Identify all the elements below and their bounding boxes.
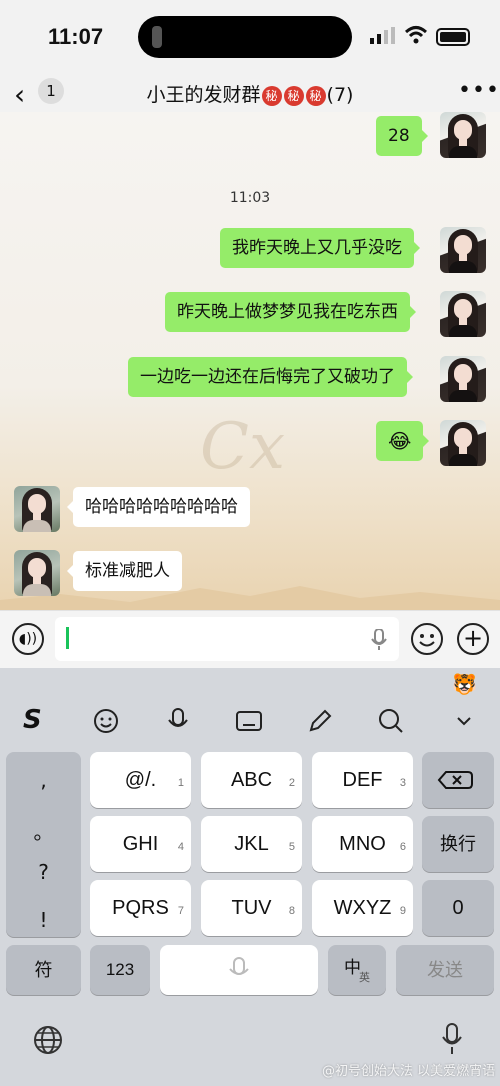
mascot-icon[interactable]: 🐯 [452,672,477,696]
text-caret [66,627,69,649]
voice-mode-icon[interactable]: ◖)) [12,623,44,655]
key-label: ABC [230,769,273,791]
message-bubble-sent[interactable]: 我昨天晚上又几乎没吃 [220,228,420,268]
backspace-key[interactable] [422,752,494,808]
message-input[interactable] [55,617,399,661]
key-label: DEF [342,769,383,791]
status-time: 11:07 [48,24,104,49]
wallpaper-mark: Cx [200,410,286,484]
search-icon[interactable] [373,706,409,736]
newline-key[interactable]: 换行 [422,816,494,872]
key-3[interactable]: DEF 3 [312,752,413,808]
key-9[interactable]: WXYZ 9 [312,880,413,936]
key-7[interactable]: PQRS 7 [90,880,191,936]
punct-key[interactable]: , [6,768,81,792]
chevron-down-icon[interactable] [446,706,482,736]
message-bubble-sent[interactable]: 昨天晚上做梦梦见我在吃东西 [165,292,416,332]
key-5[interactable]: JKL 5 [201,816,302,872]
message-bubble-sent[interactable]: 一边吃一边还在后悔完了又破功了 [128,357,413,397]
send-key[interactable]: 发送 [396,945,494,995]
space-mic-icon [229,957,249,975]
punct-key[interactable]: ? [6,860,81,884]
my-avatar[interactable] [440,291,486,337]
my-avatar[interactable] [440,356,486,402]
microphone-icon[interactable] [371,629,387,651]
key-label: TUV [231,897,272,919]
key-6[interactable]: MNO 6 [312,816,413,872]
key-label: @/. [124,769,157,791]
message-bubble-received[interactable]: 哈哈哈哈哈哈哈哈哈 [67,487,250,527]
key-number: 3 [399,777,406,789]
key-number: 9 [399,905,406,917]
punct-key[interactable]: 。 [6,816,81,845]
key-label: MNO [339,833,386,855]
key-number: 2 [288,777,295,789]
message-bubble-emoji[interactable]: 😂 [376,421,430,461]
keyboard-layout-icon[interactable] [231,706,267,736]
key-1[interactable]: @/. 1 [90,752,191,808]
secret-badge: 秘 [305,86,326,106]
source-watermark: @初号创始大法 以美爱燃宵语 [322,1064,496,1079]
key-number: 1 [177,777,184,789]
sogou-logo-icon[interactable]: S [18,705,54,736]
message-timestamp: 11:03 [229,190,271,206]
globe-icon[interactable] [32,1024,64,1056]
punct-key[interactable]: ! [6,908,81,932]
svg-text:S: S [23,706,42,730]
key-2[interactable]: ABC 2 [201,752,302,808]
key-8[interactable]: TUV 8 [201,880,302,936]
flashlight-icon [152,26,162,48]
plus-icon[interactable]: + [457,623,489,655]
voice-input-icon[interactable] [160,706,196,736]
key-number: 6 [399,841,406,853]
my-avatar[interactable] [440,227,486,273]
more-icon[interactable]: ••• [458,78,500,103]
symbols-key[interactable]: 符 [6,945,81,995]
number-mode-key[interactable]: 123 [90,945,150,995]
battery-icon [436,28,470,46]
key-label: PQRS [112,897,169,919]
backspace-icon [437,771,473,789]
language-switch-key[interactable]: 中 英 [328,945,386,995]
secret-badge: 秘 [261,86,282,106]
member-count: (7) [326,84,354,106]
key-number: 4 [177,841,184,853]
key-number: 8 [288,905,295,917]
my-avatar[interactable] [440,112,486,158]
space-key[interactable] [160,945,318,995]
key-number: 7 [177,905,184,917]
key-label: JKL [234,833,269,855]
key-label: GHI [122,833,159,855]
dictation-mic-icon[interactable] [440,1022,464,1056]
member-avatar[interactable] [14,550,60,596]
signal-icon [370,27,395,44]
key-number: 5 [288,841,295,853]
secret-badge: 秘 [283,86,304,106]
emoji-icon[interactable] [411,623,443,655]
message-bubble-received[interactable]: 标准减肥人 [67,551,182,591]
wifi-icon [404,26,428,44]
member-avatar[interactable] [14,486,60,532]
key-label: WXYZ [333,897,392,919]
chat-title: 小王的发财群秘秘秘 (7) [0,80,500,107]
lang-sub: 英 [359,972,370,984]
key-4[interactable]: GHI 4 [90,816,191,872]
my-avatar[interactable] [440,420,486,466]
handwriting-icon[interactable] [302,706,338,736]
dynamic-island [138,16,352,58]
zero-key[interactable]: 0 [422,880,494,936]
emoji-panel-icon[interactable] [89,706,125,736]
group-name: 小王的发财群 [146,84,261,106]
message-bubble-sent[interactable]: 28 [376,116,428,156]
